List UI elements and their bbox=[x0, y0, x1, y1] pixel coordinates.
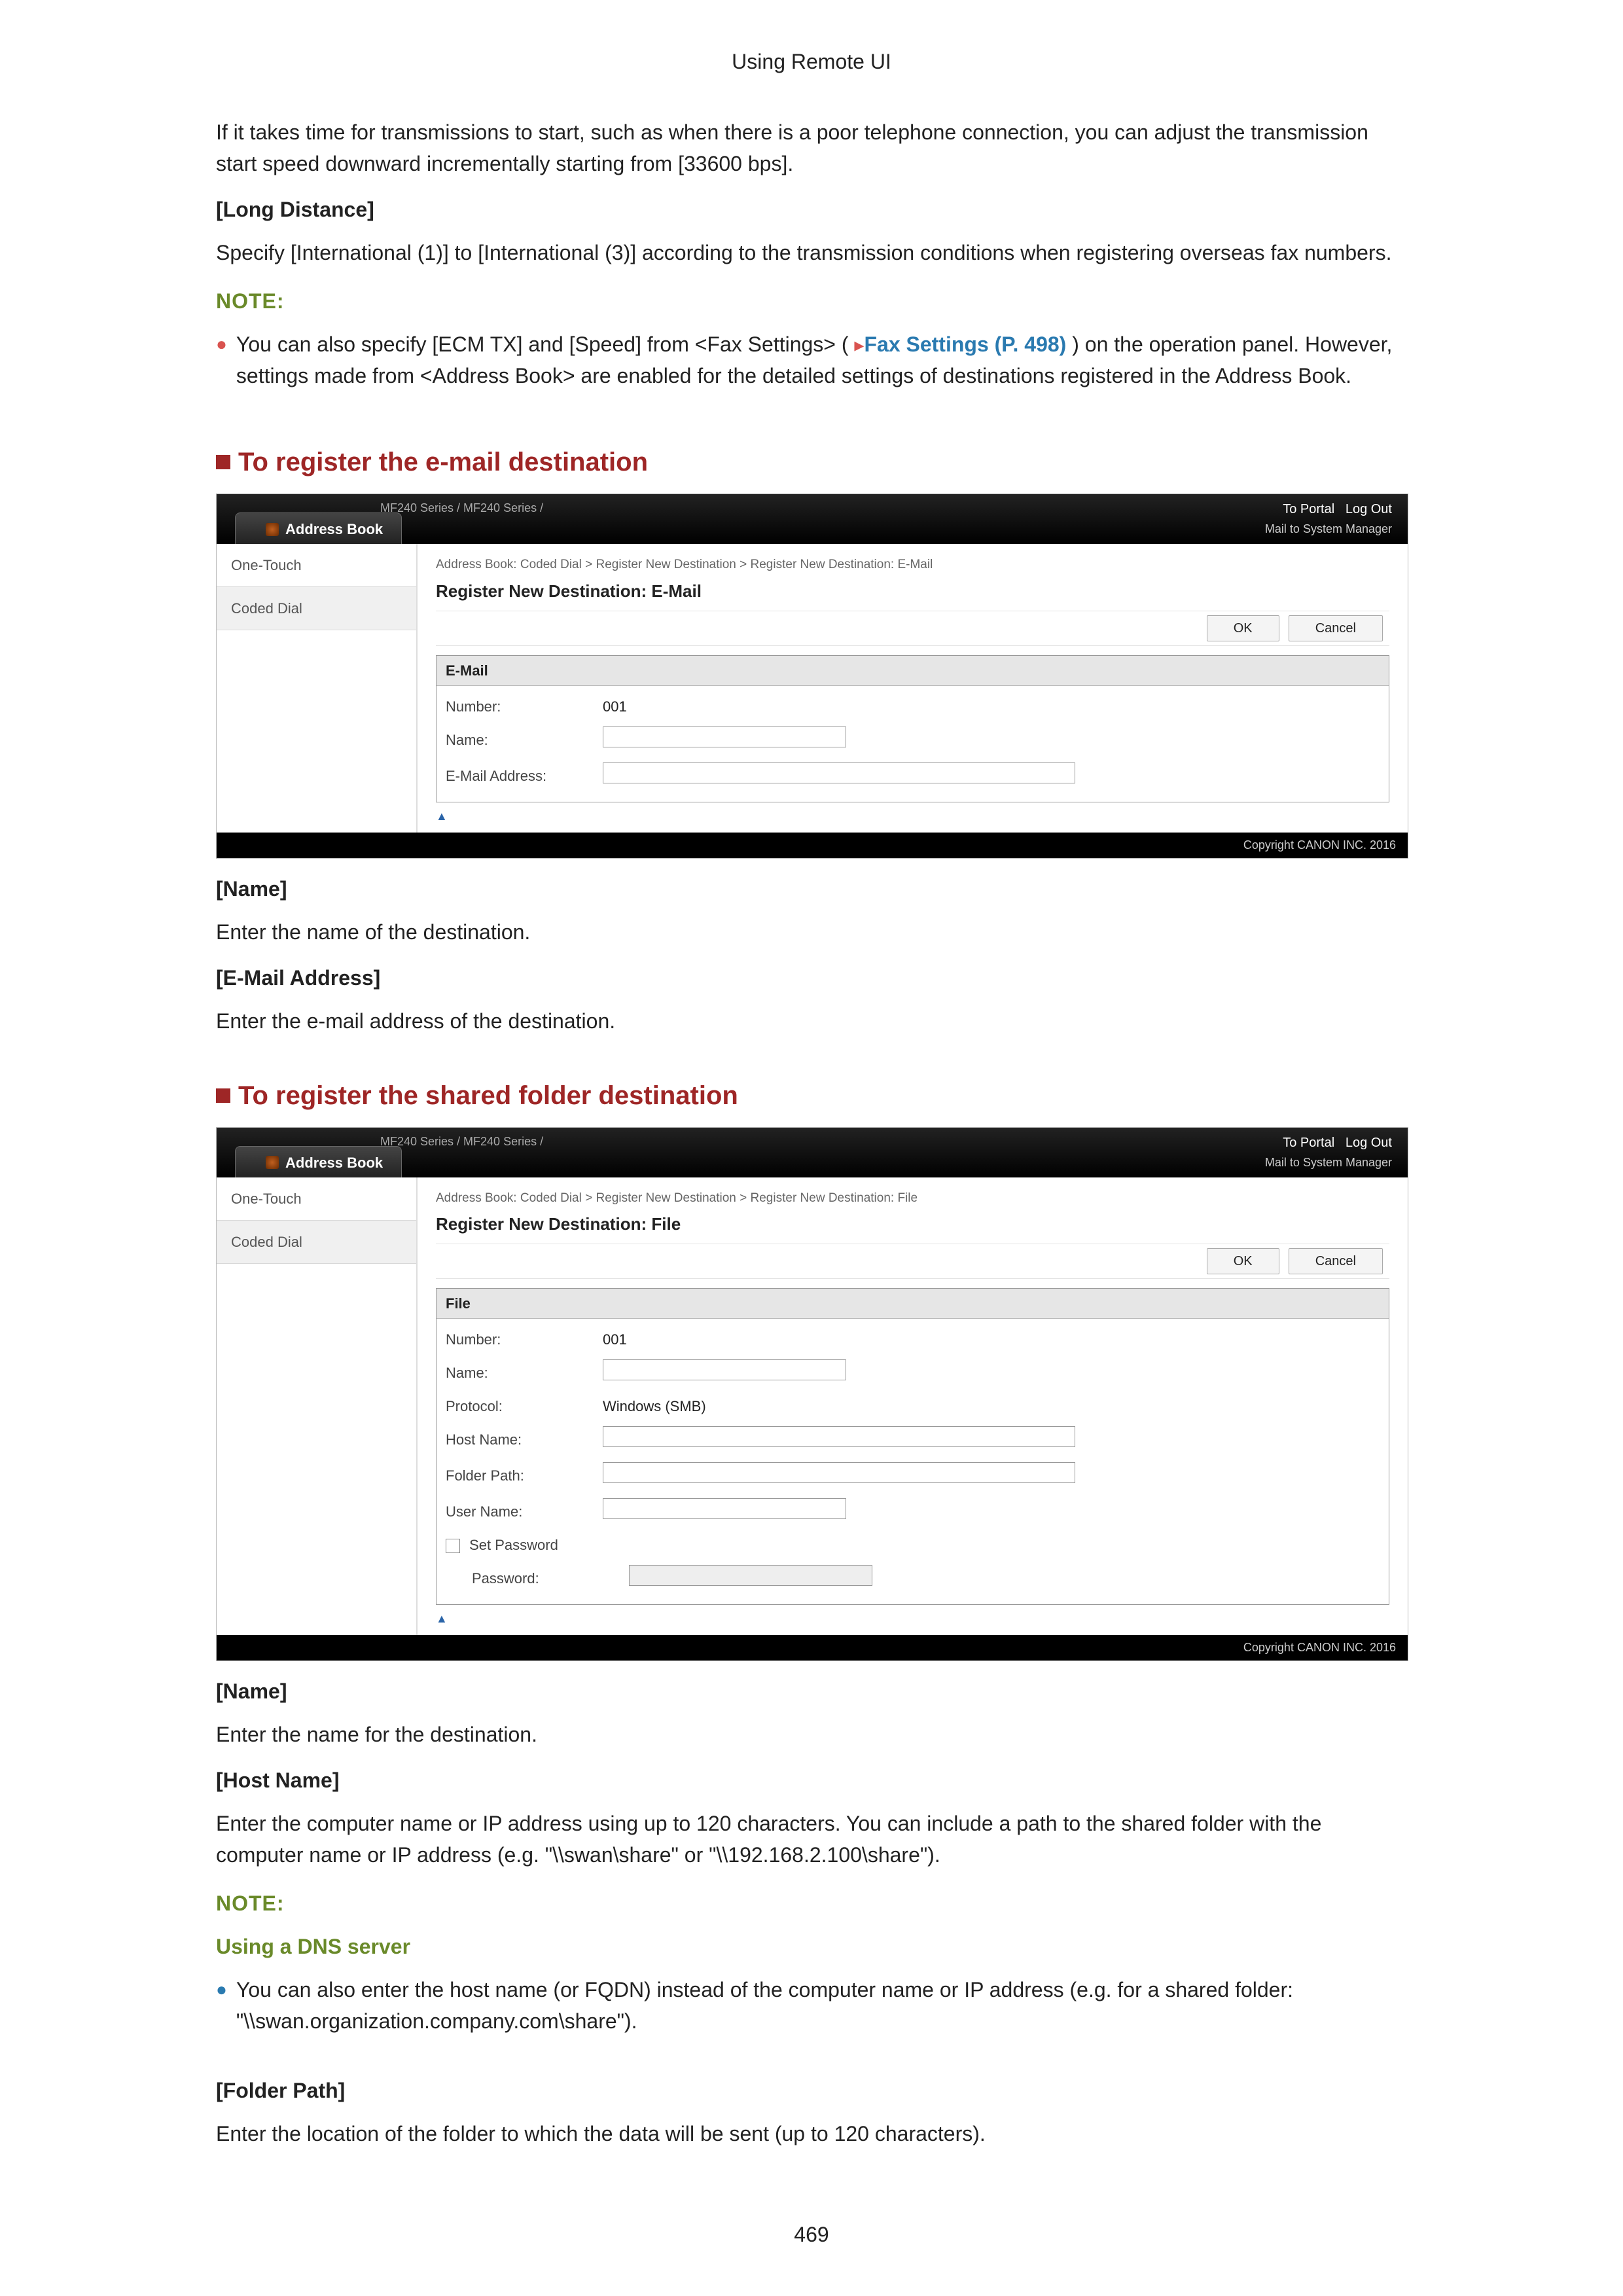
mail-to-sysmgr-link[interactable]: Mail to System Manager bbox=[1265, 1154, 1392, 1172]
protocol-label: Protocol: bbox=[446, 1395, 603, 1417]
section-marker-icon bbox=[216, 455, 230, 469]
scroll-top-icon[interactable]: ▲ bbox=[436, 1610, 448, 1628]
panel-heading-email: E-Mail bbox=[437, 656, 1389, 686]
address-book-icon bbox=[266, 1156, 279, 1169]
cancel-button[interactable]: Cancel bbox=[1289, 1248, 1383, 1274]
email-address-input[interactable] bbox=[603, 762, 1075, 783]
address-book-icon bbox=[266, 523, 279, 536]
device-model-text: MF240 Series / MF240 Series / bbox=[380, 1133, 543, 1151]
email-address-label: E-Mail Address: bbox=[446, 765, 603, 787]
file-name-heading: [Name] bbox=[216, 1676, 1407, 1707]
log-out-link[interactable]: Log Out bbox=[1346, 502, 1392, 516]
long-distance-heading: [Long Distance] bbox=[216, 194, 1407, 225]
email-name-body: Enter the name of the destination. bbox=[216, 916, 1407, 948]
mail-to-sysmgr-link[interactable]: Mail to System Manager bbox=[1265, 520, 1392, 538]
section-file-title: To register the shared folder destinatio… bbox=[238, 1076, 738, 1115]
name-label: Name: bbox=[446, 729, 603, 751]
screenshot-register-file: MF240 Series / MF240 Series / To Portal … bbox=[216, 1127, 1408, 1662]
folder-path-body: Enter the location of the folder to whic… bbox=[216, 2118, 1407, 2149]
page-number: 469 bbox=[0, 2219, 1623, 2250]
device-model-text: MF240 Series / MF240 Series / bbox=[380, 499, 543, 517]
host-name-input[interactable] bbox=[603, 1426, 1075, 1447]
breadcrumb: Address Book: Coded Dial > Register New … bbox=[436, 1189, 1389, 1208]
email-name-heading: [Name] bbox=[216, 873, 1407, 905]
password-label: Password: bbox=[446, 1568, 629, 1589]
link-arrow-icon: ▸ bbox=[854, 334, 864, 356]
bullet-icon: ● bbox=[216, 329, 227, 403]
protocol-value: Windows (SMB) bbox=[603, 1395, 1380, 1417]
email-address-heading: [E-Mail Address] bbox=[216, 962, 1407, 994]
chapter-title: Using Remote UI bbox=[216, 46, 1407, 77]
note-heading: NOTE: bbox=[216, 285, 1407, 317]
number-value: 001 bbox=[603, 696, 1380, 717]
folder-path-label: Folder Path: bbox=[446, 1465, 603, 1486]
file-name-body: Enter the name for the destination. bbox=[216, 1719, 1407, 1750]
page-heading: Register New Destination: File bbox=[436, 1211, 1389, 1237]
number-label: Number: bbox=[446, 1329, 603, 1350]
page-heading: Register New Destination: E-Mail bbox=[436, 579, 1389, 604]
screenshot-register-email: MF240 Series / MF240 Series / To Portal … bbox=[216, 493, 1408, 859]
sidebar-item-coded-dial[interactable]: Coded Dial bbox=[217, 587, 416, 630]
to-portal-link[interactable]: To Portal bbox=[1283, 502, 1334, 516]
to-portal-link[interactable]: To Portal bbox=[1283, 1136, 1334, 1150]
number-label: Number: bbox=[446, 696, 603, 717]
copyright-text: Copyright CANON INC. 2016 bbox=[217, 833, 1408, 858]
log-out-link[interactable]: Log Out bbox=[1346, 1136, 1392, 1150]
ok-button[interactable]: OK bbox=[1207, 615, 1279, 641]
panel-heading-file: File bbox=[437, 1289, 1389, 1319]
address-book-tab[interactable]: Address Book bbox=[235, 512, 402, 544]
note-heading: NOTE: bbox=[216, 1888, 1407, 1919]
scroll-top-icon[interactable]: ▲ bbox=[436, 808, 448, 825]
long-distance-body: Specify [International (1)] to [Internat… bbox=[216, 237, 1407, 268]
email-address-body: Enter the e-mail address of the destinat… bbox=[216, 1005, 1407, 1037]
section-marker-icon bbox=[216, 1088, 230, 1103]
address-book-tab[interactable]: Address Book bbox=[235, 1146, 402, 1177]
set-password-label: Set Password bbox=[469, 1537, 558, 1553]
ok-button[interactable]: OK bbox=[1207, 1248, 1279, 1274]
breadcrumb: Address Book: Coded Dial > Register New … bbox=[436, 556, 1389, 575]
folder-path-heading: [Folder Path] bbox=[216, 2075, 1407, 2106]
section-email-title: To register the e-mail destination bbox=[238, 442, 648, 482]
sidebar-item-one-touch[interactable]: One-Touch bbox=[217, 544, 416, 587]
user-name-label: User Name: bbox=[446, 1501, 603, 1522]
set-password-checkbox[interactable] bbox=[446, 1539, 460, 1553]
folder-path-input[interactable] bbox=[603, 1462, 1075, 1483]
cross-ref-link[interactable]: Fax Settings (P. 498) bbox=[864, 332, 1066, 356]
host-name-heading: [Host Name] bbox=[216, 1765, 1407, 1796]
name-input[interactable] bbox=[603, 726, 846, 747]
dns-body: You can also enter the host name (or FQD… bbox=[236, 1974, 1407, 2037]
host-name-label: Host Name: bbox=[446, 1429, 603, 1450]
dns-subheading: Using a DNS server bbox=[216, 1931, 1407, 1962]
user-name-input[interactable] bbox=[603, 1498, 846, 1519]
name-input[interactable] bbox=[603, 1359, 846, 1380]
password-input[interactable] bbox=[629, 1565, 872, 1586]
sidebar-item-one-touch[interactable]: One-Touch bbox=[217, 1177, 416, 1221]
bullet-icon: ● bbox=[216, 1974, 227, 2049]
name-label: Name: bbox=[446, 1362, 603, 1384]
copyright-text: Copyright CANON INC. 2016 bbox=[217, 1635, 1408, 1660]
number-value: 001 bbox=[603, 1329, 1380, 1350]
host-name-body: Enter the computer name or IP address us… bbox=[216, 1808, 1407, 1871]
note-body: You can also specify [ECM TX] and [Speed… bbox=[236, 329, 1407, 391]
intro-paragraph: If it takes time for transmissions to st… bbox=[216, 117, 1407, 179]
sidebar-item-coded-dial[interactable]: Coded Dial bbox=[217, 1221, 416, 1264]
cancel-button[interactable]: Cancel bbox=[1289, 615, 1383, 641]
